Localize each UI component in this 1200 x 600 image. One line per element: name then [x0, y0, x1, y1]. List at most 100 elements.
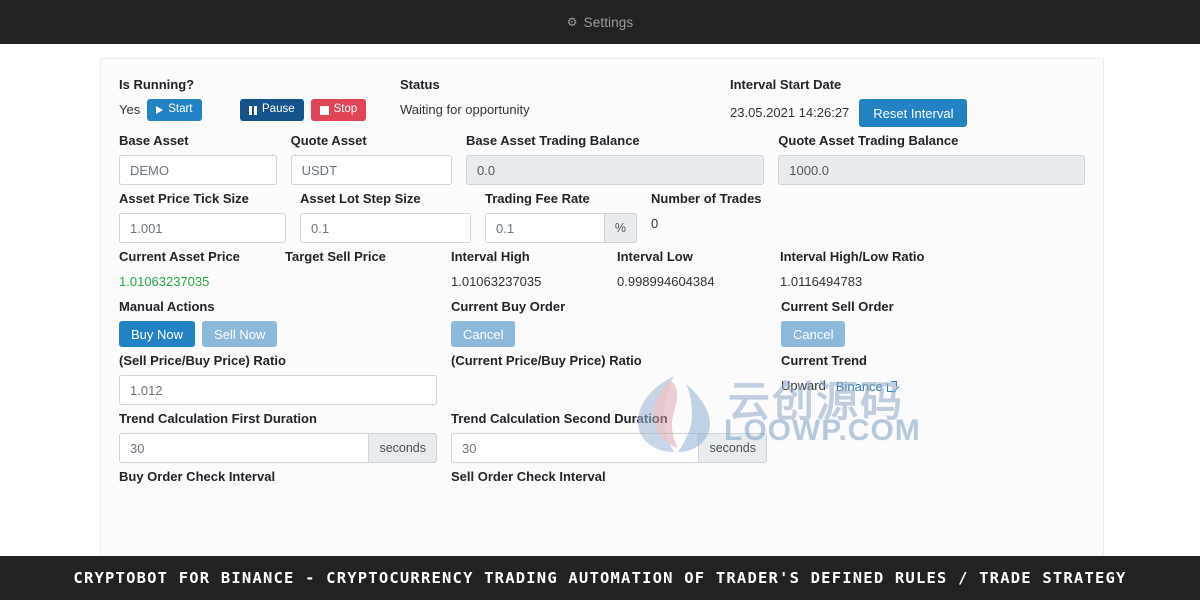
trend-second-group: seconds: [451, 433, 767, 463]
field-base-balance: Base Asset Trading Balance: [466, 133, 778, 185]
reset-interval-button[interactable]: Reset Interval: [859, 99, 968, 127]
reset-interval-label: Reset Interval: [873, 105, 954, 121]
settings-card: Is Running? Yes Start . Pause: [100, 58, 1104, 556]
nav-settings-link[interactable]: ⚙ Settings: [567, 15, 633, 30]
pause-icon: [249, 105, 257, 115]
tick-size-input[interactable]: [119, 213, 286, 243]
base-asset-label: Base Asset: [119, 133, 189, 148]
field-current-sell-order: Current Sell Order Cancel: [781, 299, 894, 347]
start-button-label: Start: [168, 103, 193, 116]
row-manual-actions: Manual Actions Buy Now Sell Now Current …: [119, 299, 1085, 347]
footer-text: CRYPTOBOT FOR BINANCE - CRYPTOCURRENCY T…: [73, 569, 1127, 587]
fee-rate-label: Trading Fee Rate: [485, 191, 590, 206]
base-balance-label: Base Asset Trading Balance: [466, 133, 640, 148]
field-quote-balance: Quote Asset Trading Balance: [778, 133, 1085, 185]
field-sell-check: Sell Order Check Interval: [451, 469, 781, 491]
base-asset-input[interactable]: [119, 155, 277, 185]
field-tick-size: Asset Price Tick Size: [119, 191, 300, 243]
lot-step-input[interactable]: [300, 213, 471, 243]
trend-second-addon: seconds: [699, 433, 767, 463]
row-check-intervals: Buy Order Check Interval Sell Order Chec…: [119, 469, 1085, 491]
is-running-value: Yes: [119, 102, 141, 117]
current-buy-order-actions: Cancel: [451, 321, 767, 347]
current-buy-ratio-label: (Current Price/Buy Price) Ratio: [451, 353, 642, 368]
field-trend-first: Trend Calculation First Duration seconds: [119, 411, 451, 463]
quote-asset-input[interactable]: [290, 155, 453, 185]
cancel-buy-order-label: Cancel: [463, 326, 504, 342]
current-trend-value: Upward: [781, 378, 826, 393]
trend-first-label: Trend Calculation First Duration: [119, 411, 317, 426]
trend-first-group: seconds: [119, 433, 437, 463]
num-trades-value: 0: [651, 216, 659, 231]
field-manual-actions: Manual Actions Buy Now Sell Now: [119, 299, 451, 347]
stop-button[interactable]: Stop: [310, 99, 367, 121]
interval-low-label: Interval Low: [617, 249, 693, 264]
stop-button-label: Stop: [333, 103, 358, 116]
cancel-sell-order-button[interactable]: Cancel: [781, 321, 846, 347]
field-num-trades: Number of Trades 0: [651, 191, 815, 243]
interval-start-controls: 23.05.2021 14:26:27 Reset Interval: [730, 99, 1041, 127]
fee-rate-addon: %: [604, 213, 637, 243]
external-link-icon: [886, 380, 897, 392]
current-trend-label: Current Trend: [781, 353, 867, 368]
base-balance-input[interactable]: [466, 155, 765, 185]
sell-check-label: Sell Order Check Interval: [451, 469, 606, 484]
pause-button[interactable]: Pause: [240, 99, 304, 121]
interval-ratio-value: 1.0116494783: [780, 274, 863, 289]
field-current-buy-ratio: (Current Price/Buy Price) Ratio: [451, 353, 781, 405]
field-trend-second: Trend Calculation Second Duration second…: [451, 411, 781, 463]
current-sell-order-actions: Cancel: [781, 321, 894, 347]
field-fee-rate: Trading Fee Rate %: [485, 191, 651, 243]
row-trend-durations: Trend Calculation First Duration seconds…: [119, 411, 1085, 463]
nav-settings-label: Settings: [583, 14, 634, 30]
cancel-buy-order-button[interactable]: Cancel: [451, 321, 516, 347]
current-buy-order-label: Current Buy Order: [451, 299, 566, 314]
field-target-sell: Target Sell Price: [285, 249, 451, 293]
field-lot-step: Asset Lot Step Size: [300, 191, 485, 243]
current-sell-order-label: Current Sell Order: [781, 299, 894, 314]
quote-balance-label: Quote Asset Trading Balance: [778, 133, 959, 148]
current-trend-content: Upward Binance: [781, 375, 897, 397]
buy-now-button[interactable]: Buy Now: [119, 321, 196, 347]
row7-filler: [781, 411, 795, 463]
fee-rate-group: %: [485, 213, 637, 243]
row-tick-fee: Asset Price Tick Size Asset Lot Step Siz…: [119, 191, 1085, 243]
play-icon: [156, 106, 164, 114]
field-buy-check: Buy Order Check Interval: [119, 469, 451, 491]
row3-filler: [815, 191, 829, 243]
start-button[interactable]: Start: [147, 99, 202, 121]
field-interval-low: Interval Low 0.998994604384: [617, 249, 780, 293]
trend-second-label: Trend Calculation Second Duration: [451, 411, 668, 426]
gear-icon: ⚙: [566, 15, 578, 29]
pause-button-label: Pause: [262, 103, 295, 116]
sell-now-label: Sell Now: [214, 326, 266, 342]
binance-link[interactable]: Binance: [835, 378, 897, 394]
manual-action-buttons: Buy Now Sell Now: [119, 321, 437, 347]
buy-now-label: Buy Now: [131, 326, 184, 342]
status-value: Waiting for opportunity: [400, 102, 530, 117]
current-price-value: 1.01063237035: [119, 274, 210, 289]
field-base-asset: Base Asset: [119, 133, 291, 185]
field-interval-ratio: Interval High/Low Ratio 1.0116494783: [780, 249, 938, 293]
row-status: Is Running? Yes Start . Pause: [119, 77, 1085, 127]
fee-rate-input[interactable]: [485, 213, 605, 243]
trend-first-addon: seconds: [369, 433, 437, 463]
sell-now-button[interactable]: Sell Now: [202, 321, 278, 347]
interval-start-label: Interval Start Date: [730, 77, 842, 92]
interval-low-value: 0.998994604384: [617, 274, 715, 289]
interval-high-value: 1.01063237035: [451, 274, 542, 289]
num-trades-label: Number of Trades: [651, 191, 762, 206]
sell-buy-ratio-input[interactable]: [119, 375, 437, 405]
field-status: Status Waiting for opportunity: [400, 77, 730, 127]
trend-first-input[interactable]: [119, 433, 370, 463]
cancel-sell-order-label: Cancel: [793, 326, 834, 342]
interval-high-label: Interval High: [451, 249, 530, 264]
quote-balance-input[interactable]: [778, 155, 1085, 185]
field-current-price: Current Asset Price 1.01063237035: [119, 249, 285, 293]
binance-link-label: Binance: [835, 378, 883, 394]
field-sell-buy-ratio: (Sell Price/Buy Price) Ratio: [119, 353, 451, 405]
page-body: Is Running? Yes Start . Pause: [0, 44, 1200, 556]
footer-banner: CRYPTOBOT FOR BINANCE - CRYPTOCURRENCY T…: [0, 556, 1200, 600]
trend-second-input[interactable]: [451, 433, 700, 463]
row-ratios: (Sell Price/Buy Price) Ratio (Current Pr…: [119, 353, 1085, 405]
